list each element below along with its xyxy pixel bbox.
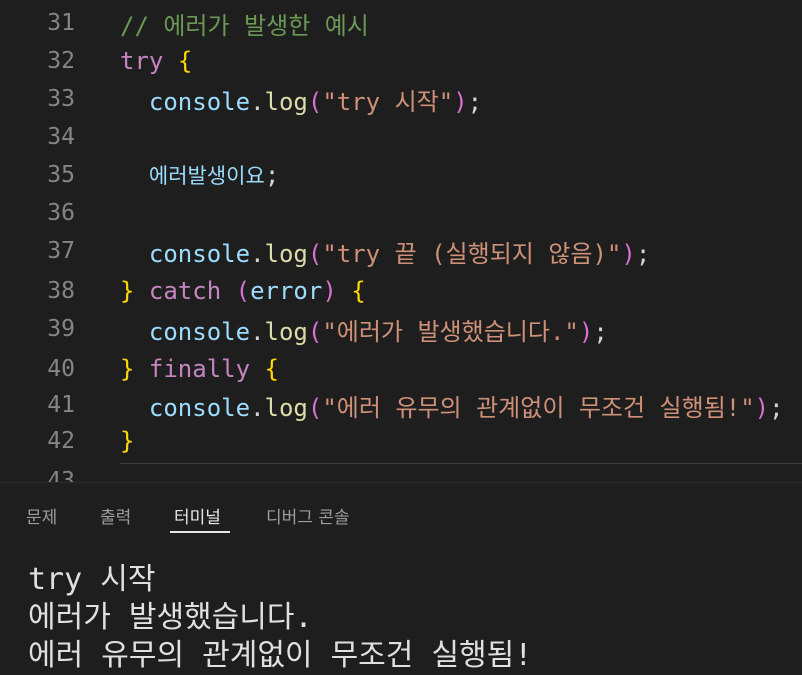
line-number: 32 <box>47 48 75 74</box>
method-log: log <box>264 317 308 346</box>
keyword-try: try <box>120 47 164 75</box>
code-line-36[interactable]: 36 <box>0 194 802 232</box>
semicolon: ; <box>264 161 280 189</box>
semicolon: ; <box>593 317 608 346</box>
code-editor[interactable]: 31 // 에러가 발생한 예시 32 try { 33 console.log… <box>0 0 802 482</box>
line-number: 31 <box>47 10 75 36</box>
code-line-38[interactable]: 38 } catch (error) { <box>0 272 802 310</box>
line-number: 37 <box>47 238 75 264</box>
tab-output[interactable]: 출력 <box>100 503 131 528</box>
terminal-line: 에러가 발생했습니다. <box>28 600 313 635</box>
paren-close: ) <box>322 277 337 305</box>
string-literal: "try 시작" <box>322 87 454 116</box>
tab-debug-console[interactable]: 디버그 콘솔 <box>266 503 350 528</box>
code-line-41[interactable]: 41 console.log("에러 유무의 관계없이 무조건 실행됨!"); <box>0 386 802 424</box>
paren-close: ) <box>621 239 636 268</box>
code-line-39[interactable]: 39 console.log("에러가 발생했습니다."); <box>0 310 802 348</box>
brace: } <box>120 427 135 455</box>
editor-divider <box>120 463 802 464</box>
code-line-32[interactable]: 32 try { <box>0 42 802 80</box>
paren-open: ( <box>235 277 251 305</box>
brace: { <box>264 355 279 383</box>
semicolon: ; <box>769 393 784 422</box>
tab-terminal[interactable]: 터미널 <box>174 503 221 528</box>
dot: . <box>250 87 265 116</box>
bottom-panel: 문제 출력 터미널 디버그 콘솔 try 시작 에러가 발생했습니다. 에러 유… <box>0 482 802 675</box>
identifier-error-trigger: 에러발생이요 <box>148 164 265 188</box>
string-literal: "에러가 발생했습니다." <box>322 317 579 346</box>
identifier-console: console <box>148 393 251 422</box>
brace: { <box>177 47 193 75</box>
keyword-catch: catch <box>148 277 222 305</box>
paren-open: ( <box>307 393 323 422</box>
brace: } <box>120 277 135 305</box>
paren-close: ) <box>754 393 770 422</box>
code-comment: // 에러가 발생한 예시 <box>120 11 369 40</box>
line-number: 33 <box>47 86 75 112</box>
line-number: 42 <box>47 428 75 454</box>
code-line-34[interactable]: 34 <box>0 118 802 156</box>
string-literal: "try 끝 (실행되지 않음)" <box>322 239 622 268</box>
identifier-console: console <box>148 239 251 268</box>
line-number: 38 <box>47 278 75 304</box>
terminal-line: try 시작 <box>28 562 156 597</box>
brace: { <box>351 277 366 305</box>
line-number: 35 <box>47 162 75 188</box>
method-log: log <box>264 87 308 116</box>
terminal-output[interactable]: try 시작 에러가 발생했습니다. 에러 유무의 관계없이 무조건 실행됨! <box>28 561 532 675</box>
tab-problems[interactable]: 문제 <box>26 503 57 528</box>
line-number: 43 <box>47 468 75 482</box>
semicolon: ; <box>635 239 651 268</box>
active-tab-indicator <box>170 531 230 533</box>
code-line-35[interactable]: 35 에러발생이요; <box>0 156 802 194</box>
brace: } <box>120 355 135 383</box>
string-literal: "에러 유무의 관계없이 무조건 실행됨!" <box>322 393 755 422</box>
line-number: 39 <box>47 316 75 342</box>
line-number: 36 <box>47 200 75 226</box>
panel-tabs: 문제 출력 터미널 디버그 콘솔 <box>0 483 802 535</box>
paren-close: ) <box>453 87 468 116</box>
paren-close: ) <box>578 317 594 346</box>
paren-open: ( <box>307 87 323 116</box>
dot: . <box>250 239 265 268</box>
dot: . <box>250 393 265 422</box>
identifier-error: error <box>250 277 323 305</box>
dot: . <box>250 317 265 346</box>
method-log: log <box>264 239 308 268</box>
identifier-console: console <box>148 317 251 346</box>
keyword-finally: finally <box>148 355 251 383</box>
identifier-console: console <box>148 87 251 116</box>
method-log: log <box>264 393 308 422</box>
code-line-42[interactable]: 42 } <box>0 422 802 460</box>
code-line-33[interactable]: 33 console.log("try 시작"); <box>0 80 802 118</box>
code-line-37[interactable]: 37 console.log("try 끝 (실행되지 않음)"); <box>0 232 802 270</box>
code-line-31[interactable]: 31 // 에러가 발생한 예시 <box>0 4 802 42</box>
code-line-43[interactable]: 43 <box>0 462 802 482</box>
line-number: 40 <box>47 356 75 382</box>
paren-open: ( <box>307 317 323 346</box>
line-number: 34 <box>47 124 75 150</box>
paren-open: ( <box>307 239 323 268</box>
terminal-line: 에러 유무의 관계없이 무조건 실행됨! <box>28 638 533 673</box>
semicolon: ; <box>467 87 483 116</box>
code-line-40[interactable]: 40 } finally { <box>0 350 802 388</box>
line-number: 41 <box>47 392 75 418</box>
